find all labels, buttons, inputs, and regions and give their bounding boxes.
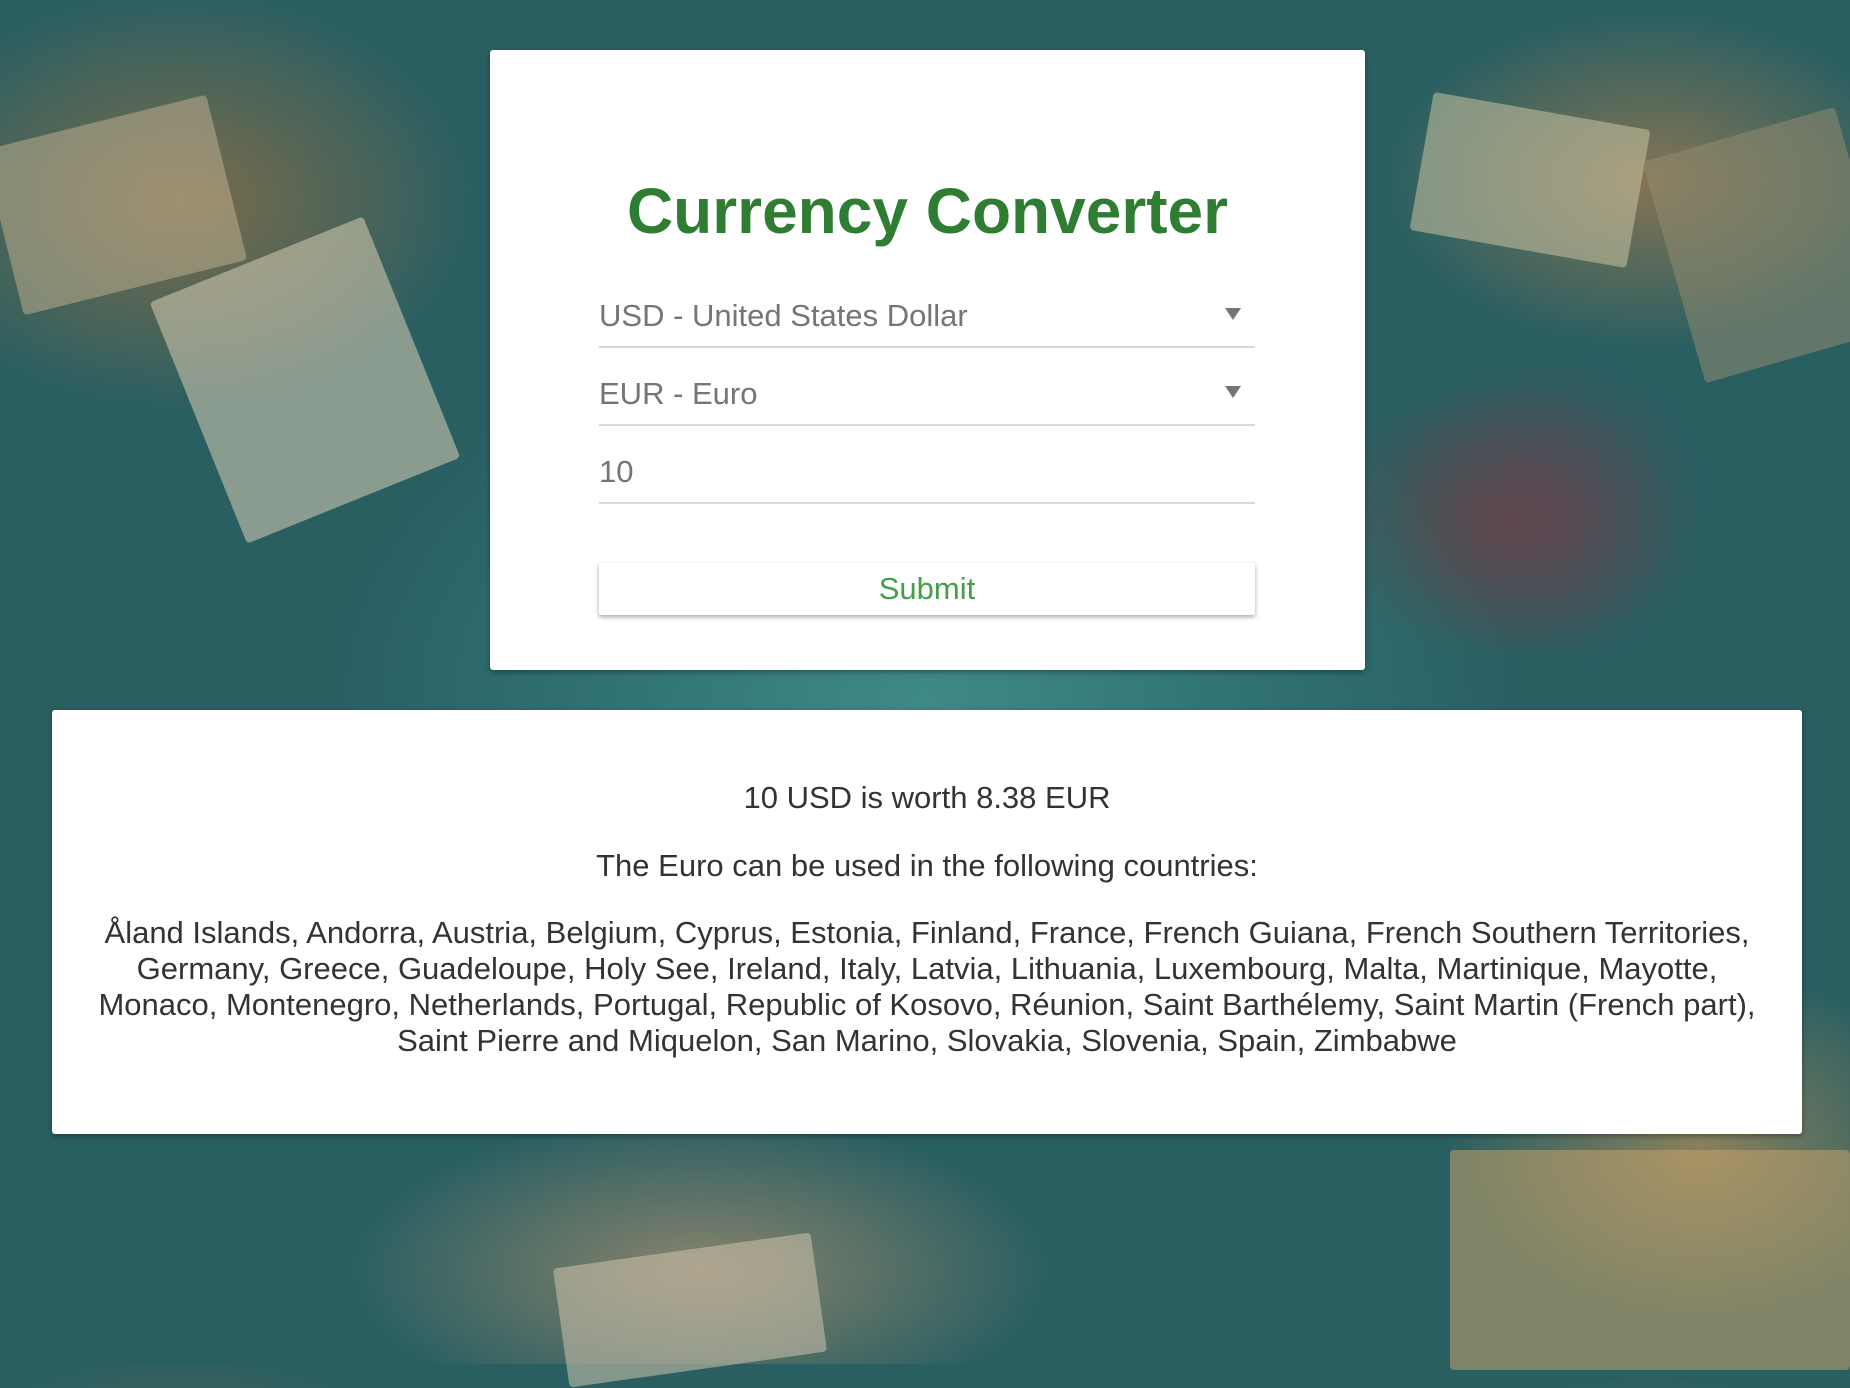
background-banknote: [552, 1232, 828, 1388]
background-pins: [1380, 360, 1720, 660]
from-currency-select[interactable]: USD - United States Dollar: [599, 288, 1255, 348]
chevron-down-icon: [1225, 308, 1241, 320]
result-card: 10 USD is worth 8.38 EUR The Euro can be…: [52, 710, 1802, 1134]
submit-button[interactable]: Submit: [599, 563, 1255, 615]
countries-intro: The Euro can be used in the following co…: [596, 848, 1258, 883]
chevron-down-icon: [1225, 386, 1241, 398]
from-currency-value: USD - United States Dollar: [599, 298, 968, 333]
countries-list: Åland Islands, Andorra, Austria, Belgium…: [98, 915, 1756, 1058]
page: { "converter": { "title": "Currency Conv…: [0, 0, 1850, 1388]
background-map-land: [1450, 1150, 1850, 1370]
to-currency-select[interactable]: EUR - Euro: [599, 366, 1255, 426]
amount-input[interactable]: 10: [599, 444, 1255, 504]
amount-value: 10: [599, 454, 634, 489]
converter-card: Currency Converter USD - United States D…: [490, 50, 1365, 670]
conversion-result: 10 USD is worth 8.38 EUR: [743, 780, 1111, 815]
background-banknote: [1642, 106, 1850, 384]
to-currency-value: EUR - Euro: [599, 376, 758, 411]
page-title: Currency Converter: [626, 175, 1229, 247]
background-banknote: [1409, 91, 1651, 269]
